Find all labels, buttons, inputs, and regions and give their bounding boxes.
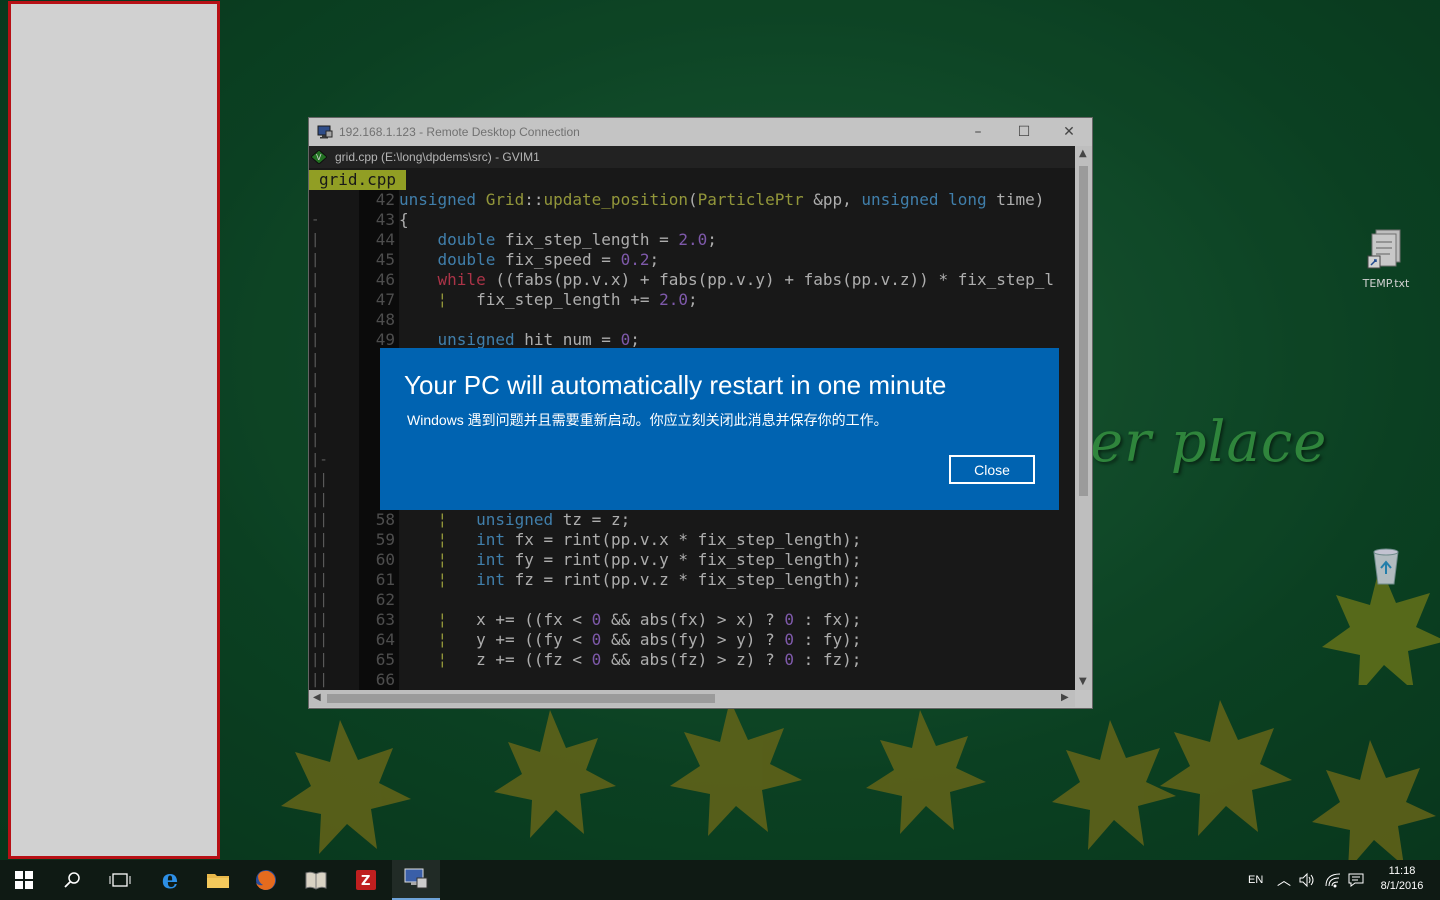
dialog-message: Windows 遇到问题并且需要重新启动。你应立刻关闭此消息并保存你的工作。 <box>407 412 888 428</box>
close-button[interactable]: Close <box>949 455 1035 484</box>
taskbar-remote-desktop[interactable] <box>392 860 440 900</box>
folder-icon <box>207 874 229 888</box>
clock-date: 8/1/2016 <box>1380 880 1424 892</box>
chevron-up-icon: ︿ <box>1277 872 1291 888</box>
windows-logo-icon <box>15 871 33 889</box>
taskbar-file-explorer[interactable] <box>194 860 242 900</box>
taskbar-firefox[interactable] <box>242 860 290 900</box>
remote-desktop-icon <box>404 868 428 889</box>
volume-button[interactable] <box>1298 860 1316 900</box>
svg-text:Z: Z <box>361 874 370 889</box>
show-hidden-icons-button[interactable]: ︿ <box>1277 860 1291 900</box>
action-center-button[interactable] <box>1347 860 1365 900</box>
firefox-icon <box>256 870 276 890</box>
task-view-icon <box>109 873 131 887</box>
network-button[interactable] <box>1324 860 1342 900</box>
language-indicator[interactable]: EN <box>1248 860 1263 900</box>
search-icon <box>64 872 80 888</box>
dialog-title: Your PC will automatically restart in on… <box>404 370 947 400</box>
restart-dialog: Your PC will automatically restart in on… <box>380 348 1059 510</box>
taskbar-edge[interactable]: e <box>146 860 194 900</box>
taskbar-filezilla[interactable]: Z <box>342 860 390 900</box>
book-icon <box>305 871 327 890</box>
language-label: EN <box>1248 874 1264 886</box>
start-button[interactable] <box>0 860 48 900</box>
taskbar: e Z EN ︿ 11:18 8/1/2016 <box>0 860 1440 900</box>
speaker-icon <box>1299 872 1314 888</box>
search-button[interactable] <box>48 860 96 900</box>
filezilla-icon: Z <box>356 870 376 890</box>
clock[interactable]: 11:18 8/1/2016 <box>1372 864 1432 894</box>
clock-time: 11:18 <box>1388 865 1416 877</box>
taskbar-reader[interactable] <box>292 860 340 900</box>
task-view-button[interactable] <box>96 860 144 900</box>
notification-icon <box>1348 873 1364 887</box>
edge-icon: e <box>161 865 179 895</box>
wifi-icon <box>1325 873 1341 888</box>
